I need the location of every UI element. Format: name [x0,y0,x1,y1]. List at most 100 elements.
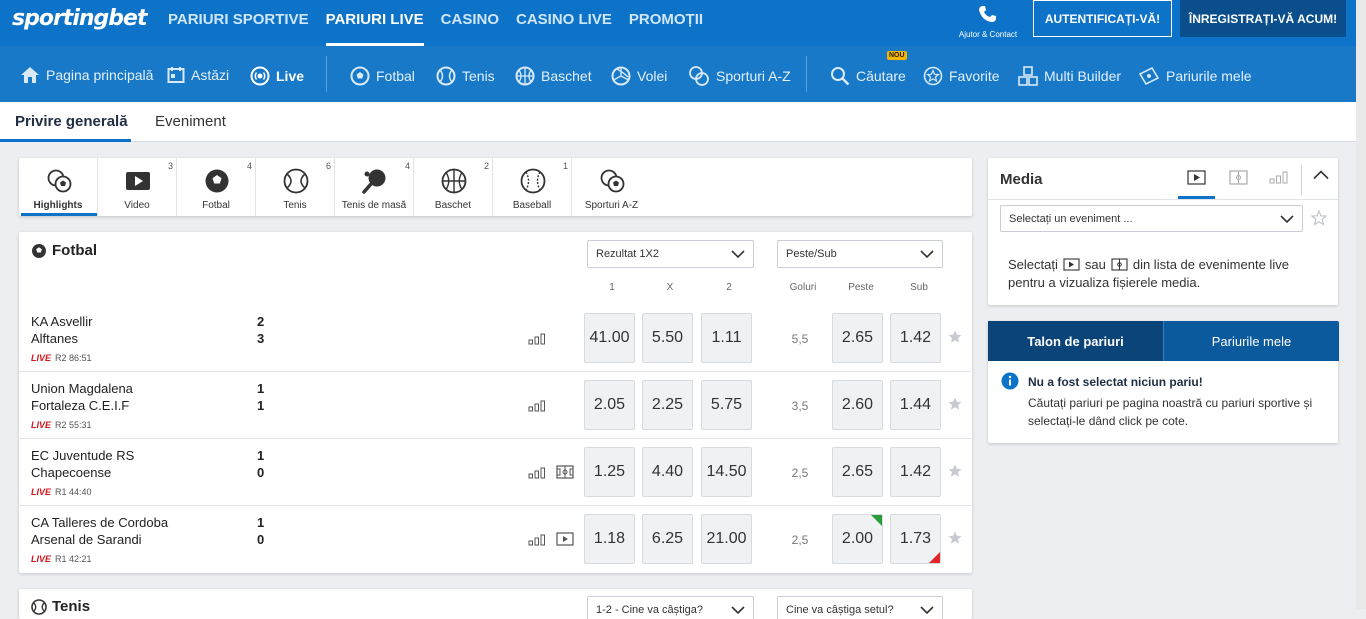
subnav-favorites[interactable]: Favorite [923,66,1000,86]
help-contact-link[interactable]: Ajutor & Contact [953,0,1023,46]
section-title-text: Fotbal [52,242,97,259]
odds-button-x[interactable]: 5.50 [642,313,693,363]
event-select[interactable]: Selectați un eveniment ... [1000,205,1303,232]
filter-table-tennis[interactable]: 4 Tenis de masă [335,158,414,216]
tennis-ball-icon [283,168,309,194]
odds-button-x[interactable]: 4.40 [642,447,693,497]
filter-tennis[interactable]: 6 Tenis [256,158,335,216]
filter-video[interactable]: 3 Video [98,158,177,216]
media-hint-line2: pentru a vizualiza fișierele media. [1008,275,1201,290]
odds-button-under[interactable]: 1.42 [890,313,941,363]
subnav-football[interactable]: Fotbal [350,66,415,86]
odds-button-2[interactable]: 21.00 [701,514,752,564]
help-label: Ajutor & Contact [958,30,1018,39]
odds-button-1[interactable]: 41.00 [584,313,635,363]
field-icon[interactable] [556,465,574,479]
logo[interactable]: sportingbet [12,6,147,31]
filter-football[interactable]: 4 Fotbal [177,158,256,216]
odds-button-2[interactable]: 14.50 [701,447,752,497]
market-select-winner[interactable]: 1-2 - Cine va câștiga? [587,596,754,619]
match-row: EC Juventude RS Chapecoense 1 0 LIVE R1 4… [19,439,971,506]
odds-button-over[interactable]: 2.65 [832,447,883,497]
stats-icon[interactable] [528,333,546,345]
subnav-live[interactable]: Live [250,66,304,86]
odds-button-1[interactable]: 1.18 [584,514,635,564]
register-button[interactable]: ÎNREGISTRAȚI-VĂ ACUM! [1180,0,1346,37]
scrollbar[interactable] [1356,0,1366,609]
away-team[interactable]: Fortaleza C.E.I.F [31,398,129,413]
odds-button-1[interactable]: 1.25 [584,447,635,497]
away-team[interactable]: Alftanes [31,331,78,346]
stats-tab-icon[interactable] [1269,171,1288,184]
stats-icon[interactable] [528,467,546,479]
subnav-tennis[interactable]: Tenis [436,66,495,86]
subnav-basketball[interactable]: Baschet [515,66,592,86]
nav-promotii[interactable]: PROMOȚII [629,0,703,46]
odds-button-2[interactable]: 5.75 [701,380,752,430]
tab-overview[interactable]: Privire generală [15,113,128,130]
subnav-search[interactable]: Căutare [830,66,906,86]
favorite-star-icon[interactable] [1311,210,1327,226]
nav-pariuri-sportive[interactable]: PARIURI SPORTIVE [168,0,309,46]
subnav-home[interactable]: Pagina principală [20,66,153,84]
nav-pariuri-live[interactable]: PARIURI LIVE [325,0,424,46]
match-status: LIVE R1 42:21 [31,554,92,564]
stats-icon[interactable] [528,534,546,546]
tab-event[interactable]: Eveniment [155,113,226,130]
away-score: 0 [257,532,265,547]
chevron-down-icon [920,606,934,615]
stats-icon[interactable] [528,400,546,412]
odds-button-x[interactable]: 6.25 [642,514,693,564]
filter-count: 4 [246,161,252,171]
home-team[interactable]: EC Juventude RS [31,448,134,463]
odds-button-under[interactable]: 1.73 [890,514,941,564]
odds-button-2[interactable]: 1.11 [701,313,752,363]
nav-casino[interactable]: CASINO [441,0,499,46]
subnav-my-bets[interactable]: Pariurile mele [1138,66,1252,86]
filter-sports-az[interactable]: Sporturi A-Z [572,158,651,216]
away-team[interactable]: Chapecoense [31,465,111,480]
play-icon[interactable] [556,532,574,546]
odds-button-over[interactable]: 2.00 [832,514,883,564]
favorite-star-icon[interactable] [948,330,962,344]
login-button[interactable]: AUTENTIFICAȚI-VĂ! [1033,0,1172,37]
subnav-volleyball[interactable]: Volei [611,66,667,86]
chevron-up-icon[interactable] [1313,170,1329,180]
away-team[interactable]: Arsenal de Sarandi [31,532,142,547]
filter-highlights[interactable]: Highlights [19,158,98,216]
filter-baseball[interactable]: 1 Baseball [493,158,572,216]
filter-count: 3 [167,161,173,171]
favorite-star-icon[interactable] [948,397,962,411]
filter-basketball[interactable]: 2 Baschet [414,158,493,216]
favorite-star-icon[interactable] [948,531,962,545]
new-badge: NOU [887,51,907,60]
odds-button-under[interactable]: 1.42 [890,447,941,497]
video-tab-icon[interactable] [1187,170,1206,185]
away-score: 0 [257,465,265,480]
subnav-multi-builder[interactable]: Multi Builder [1018,66,1121,86]
odds-button-x[interactable]: 2.25 [642,380,693,430]
nav-casino-live[interactable]: CASINO LIVE [516,0,612,46]
filter-label: Baseball [512,200,552,211]
subnav-sports-az[interactable]: Sporturi A-Z [688,66,791,86]
home-team[interactable]: Union Magdalena [31,381,133,396]
tab-my-bets[interactable]: Pariurile mele [1164,321,1339,361]
bet-slip-tabs: Talon de pariuri Pariurile mele [988,321,1339,361]
home-team[interactable]: KA Asvellir [31,314,92,329]
home-team[interactable]: CA Talleres de Cordoba [31,515,168,530]
market-select-over-under[interactable]: Peste/Sub [777,240,943,268]
odds-button-over[interactable]: 2.60 [832,380,883,430]
odds-button-over[interactable]: 2.65 [832,313,883,363]
market-select-set-winner[interactable]: Cine va câștiga setul? [777,596,943,619]
active-filter-underline [21,213,97,216]
favorite-star-icon[interactable] [948,464,962,478]
odds-button-under[interactable]: 1.44 [890,380,941,430]
filter-label: Baschet [434,200,472,211]
subnav-today[interactable]: Astăzi [167,66,229,84]
sports-balls-icon [600,169,625,193]
odds-button-1[interactable]: 2.05 [584,380,635,430]
match-status: LIVE R2 55:31 [31,420,92,430]
market-select-1x2[interactable]: Rezultat 1X2 [587,240,754,268]
field-tab-icon[interactable] [1229,170,1248,185]
tab-bet-slip[interactable]: Talon de pariuri [988,321,1163,361]
